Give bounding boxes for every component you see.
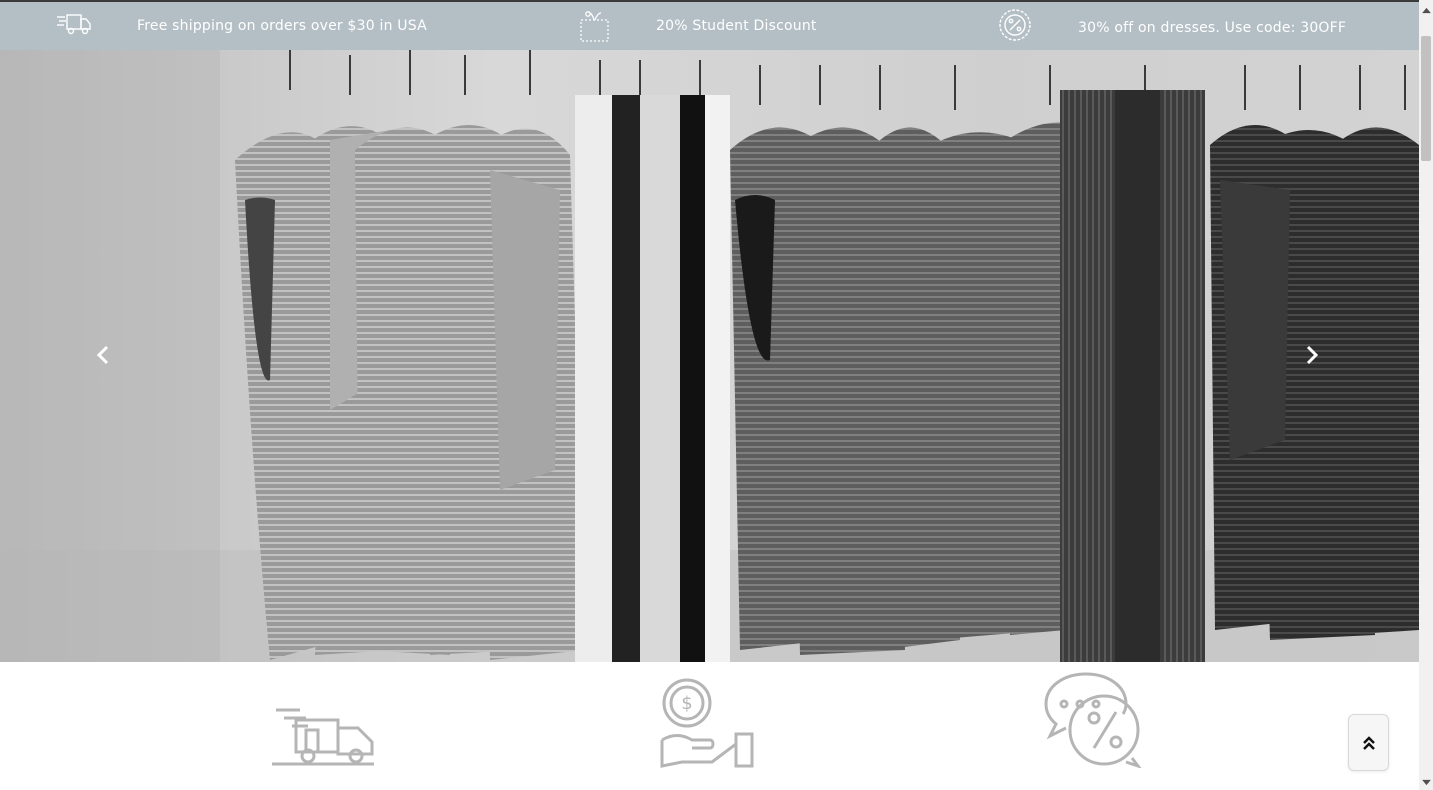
money-hand-icon: $ bbox=[660, 678, 754, 772]
scroll-down-arrow-icon[interactable] bbox=[1419, 774, 1433, 790]
double-chevron-up-icon bbox=[1362, 735, 1375, 750]
percent-badge-icon bbox=[997, 7, 1033, 41]
hero-carousel bbox=[0, 50, 1419, 662]
clothing-rack-photo bbox=[0, 50, 1419, 662]
announcement-bar: Free shipping on orders over $30 in USA … bbox=[0, 0, 1419, 50]
carousel-prev-button[interactable] bbox=[88, 340, 118, 370]
svg-text:$: $ bbox=[681, 693, 692, 714]
promo-dress-code-text: 30% off on dresses. Use code: 30OFF bbox=[1078, 20, 1347, 36]
back-to-top-button[interactable] bbox=[1348, 714, 1389, 771]
chevron-right-icon bbox=[1306, 345, 1319, 365]
fast-delivery-truck-icon bbox=[270, 706, 376, 772]
promo-student-discount-text: 20% Student Discount bbox=[656, 18, 817, 34]
chat-discount-icon bbox=[1042, 670, 1143, 772]
promo-dress-code: 30% off on dresses. Use code: 30OFF bbox=[997, 2, 1346, 50]
chevron-left-icon bbox=[96, 345, 109, 365]
promo-student-discount: 20% Student Discount bbox=[578, 2, 817, 50]
delivery-truck-icon bbox=[56, 8, 92, 42]
gift-coupon-icon bbox=[578, 8, 614, 42]
promo-free-shipping: Free shipping on orders over $30 in USA bbox=[56, 2, 427, 50]
vertical-scrollbar[interactable] bbox=[1419, 0, 1433, 790]
scrollbar-thumb[interactable] bbox=[1421, 36, 1431, 161]
scroll-up-arrow-icon[interactable] bbox=[1419, 2, 1433, 18]
features-row: $ bbox=[0, 662, 1419, 790]
promo-free-shipping-text: Free shipping on orders over $30 in USA bbox=[137, 18, 427, 34]
carousel-next-button[interactable] bbox=[1297, 340, 1327, 370]
